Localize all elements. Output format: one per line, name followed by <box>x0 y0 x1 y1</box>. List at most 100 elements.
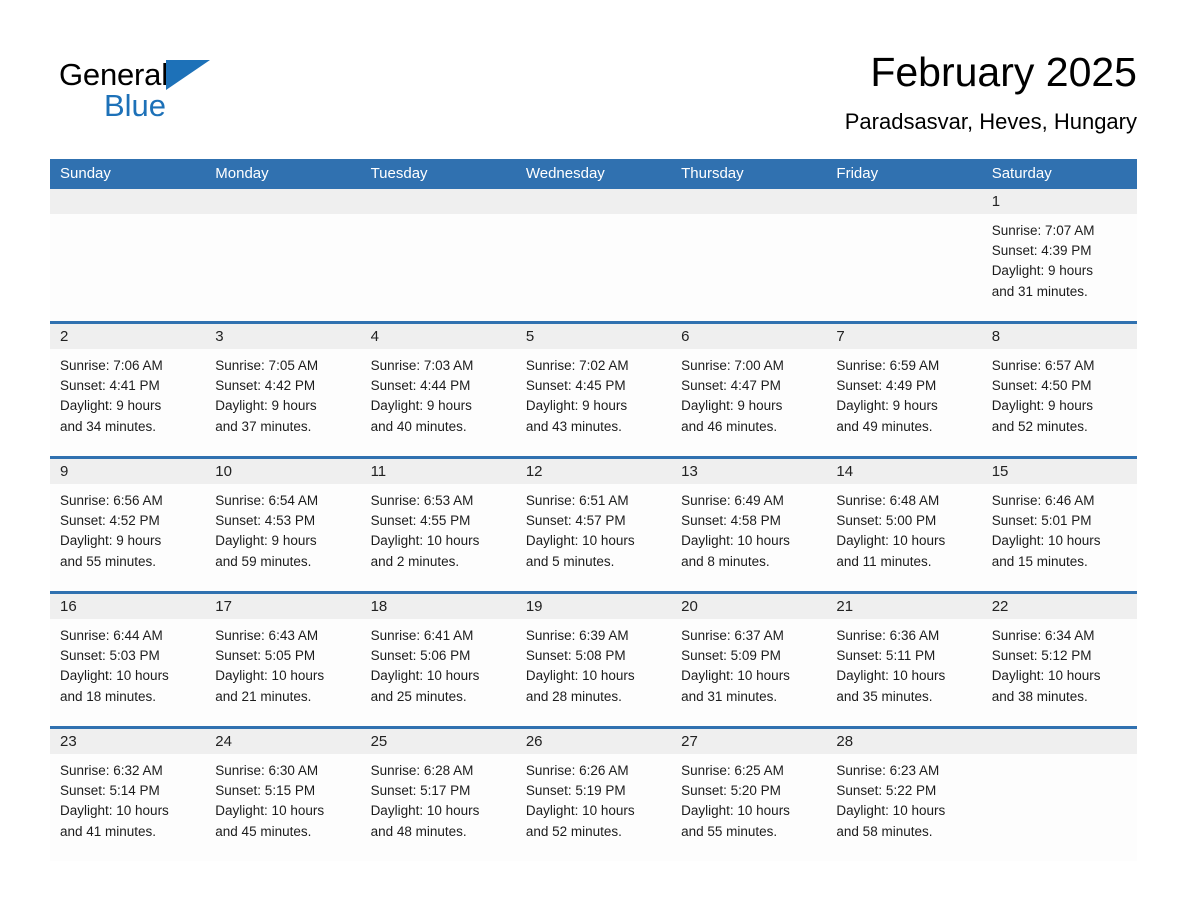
day-number <box>205 189 361 214</box>
daylight-duration-line1: Daylight: 9 hours <box>215 398 317 414</box>
weekday-header-thursday: Thursday <box>671 159 827 189</box>
daylight-duration-line2: and 38 minutes. <box>991 688 1088 704</box>
sunset-time: Sunset: 5:03 PM <box>60 648 160 664</box>
day-number: 2 <box>50 324 206 349</box>
calendar-day-cell[interactable]: 6 Sunrise: 7:00 AM Sunset: 4:47 PM Daylight… <box>671 324 827 456</box>
day-details: Sunrise: 6:28 AM Sunset: 5:17 PM Daylight:… <box>361 754 516 842</box>
calendar-day-cell[interactable]: 18 Sunrise: 6:41 AM Sunset: 5:06 PM Dayligh… <box>360 594 516 726</box>
calendar-day-cell[interactable]: 1 Sunrise: 7:07 AM Sunset: 4:39 PM Daylight… <box>981 189 1137 321</box>
sunset-time: Sunset: 5:22 PM <box>836 783 937 799</box>
sunset-time: Sunset: 5:00 PM <box>836 513 937 529</box>
day-number: 25 <box>360 729 516 754</box>
calendar-day-cell[interactable]: 9 Sunrise: 6:56 AM Sunset: 4:52 PM Daylight… <box>50 459 206 591</box>
calendar-day-cell[interactable]: 17 Sunrise: 6:43 AM Sunset: 5:05 PM Dayligh… <box>205 594 361 726</box>
sunset-time: Sunset: 4:44 PM <box>370 378 471 394</box>
calendar-day-cell[interactable]: 7 Sunrise: 6:59 AM Sunset: 4:49 PM Daylight… <box>826 324 982 456</box>
calendar-day-cell[interactable]: 22 Sunrise: 6:34 AM Sunset: 5:12 PM Dayligh… <box>981 594 1137 726</box>
calendar-day-cell[interactable]: 4 Sunrise: 7:03 AM Sunset: 4:44 PM Daylight… <box>360 324 516 456</box>
sunset-time: Sunset: 5:11 PM <box>836 648 936 664</box>
day-number: 5 <box>515 324 672 349</box>
sunset-time: Sunset: 5:17 PM <box>370 783 471 799</box>
day-details: Sunrise: 6:36 AM Sunset: 5:11 PM Daylight:… <box>826 619 981 707</box>
day-number: 11 <box>360 459 516 484</box>
calendar-week-row: 9 Sunrise: 6:56 AM Sunset: 4:52 PM Daylight… <box>50 459 1137 591</box>
calendar-day-cell[interactable]: 15 Sunrise: 6:46 AM Sunset: 5:01 PM Dayligh… <box>981 459 1137 591</box>
day-details: Sunrise: 6:54 AM Sunset: 4:53 PM Daylight:… <box>205 484 360 572</box>
calendar-day-cell[interactable]: 5 Sunrise: 7:02 AM Sunset: 4:45 PM Daylight… <box>515 324 672 456</box>
calendar-day-cell[interactable]: 2 Sunrise: 7:06 AM Sunset: 4:41 PM Daylight… <box>50 324 206 456</box>
daylight-duration-line2: and 43 minutes. <box>525 418 622 434</box>
daylight-duration-line1: Daylight: 10 hours <box>60 803 169 819</box>
calendar-day-cell-empty <box>981 729 1137 861</box>
daylight-duration-line2: and 21 minutes. <box>215 688 312 704</box>
page-title: February 2025 <box>870 49 1137 95</box>
day-number: 16 <box>50 594 206 619</box>
calendar-day-cell[interactable]: 28 Sunrise: 6:23 AM Sunset: 5:22 PM Dayligh… <box>826 729 982 861</box>
calendar-day-cell-empty <box>360 189 516 321</box>
calendar-day-cell[interactable]: 24 Sunrise: 6:30 AM Sunset: 5:15 PM Dayligh… <box>205 729 361 861</box>
day-number: 28 <box>826 729 982 754</box>
sunrise-time: Sunrise: 6:53 AM <box>370 493 474 508</box>
calendar-page: General Blue February 2025 Paradsasvar, … <box>0 0 1188 918</box>
sunset-time: Sunset: 4:57 PM <box>525 513 626 529</box>
calendar-day-cell[interactable]: 10 Sunrise: 6:54 AM Sunset: 4:53 PM Dayligh… <box>205 459 361 591</box>
calendar-day-cell-empty <box>826 189 982 321</box>
calendar-day-cell[interactable]: 26 Sunrise: 6:26 AM Sunset: 5:19 PM Dayligh… <box>515 729 672 861</box>
day-details: Sunrise: 6:51 AM Sunset: 4:57 PM Daylight:… <box>516 484 671 572</box>
day-number: 21 <box>826 594 982 619</box>
daylight-duration-line1: Daylight: 10 hours <box>836 533 946 549</box>
sunset-time: Sunset: 4:39 PM <box>991 243 1092 259</box>
calendar-day-cell[interactable]: 14 Sunrise: 6:48 AM Sunset: 5:00 PM Dayligh… <box>826 459 982 591</box>
day-details: Sunrise: 6:39 AM Sunset: 5:08 PM Daylight:… <box>516 619 671 707</box>
day-number <box>50 189 206 214</box>
sunset-time: Sunset: 5:12 PM <box>991 648 1092 664</box>
sunrise-time: Sunrise: 6:28 AM <box>370 763 474 778</box>
day-number: 8 <box>981 324 1137 349</box>
sunset-time: Sunset: 5:19 PM <box>525 783 626 799</box>
day-details: Sunrise: 6:23 AM Sunset: 5:22 PM Daylight:… <box>826 754 981 842</box>
daylight-duration-line1: Daylight: 10 hours <box>836 668 946 684</box>
day-number: 14 <box>826 459 982 484</box>
calendar-day-cell[interactable]: 12 Sunrise: 6:51 AM Sunset: 4:57 PM Dayligh… <box>515 459 672 591</box>
daylight-duration-line1: Daylight: 9 hours <box>60 398 162 414</box>
weekday-header-row: Sunday Monday Tuesday Wednesday Thursday… <box>50 159 1137 189</box>
daylight-duration-line1: Daylight: 10 hours <box>525 803 635 819</box>
calendar-day-cell[interactable]: 19 Sunrise: 6:39 AM Sunset: 5:08 PM Dayligh… <box>515 594 672 726</box>
sunset-time: Sunset: 4:47 PM <box>681 378 781 394</box>
sunset-time: Sunset: 4:52 PM <box>60 513 160 529</box>
day-number: 1 <box>981 189 1137 214</box>
daylight-duration-line1: Daylight: 9 hours <box>681 398 783 414</box>
calendar-day-cell[interactable]: 16 Sunrise: 6:44 AM Sunset: 5:03 PM Dayligh… <box>50 594 206 726</box>
calendar-day-cell-empty <box>205 189 361 321</box>
title-block: February 2025 Paradsasvar, Heves, Hungar… <box>845 48 1137 136</box>
daylight-duration-line1: Daylight: 10 hours <box>991 533 1101 549</box>
sunrise-time: Sunrise: 6:54 AM <box>215 493 319 508</box>
day-number: 19 <box>515 594 672 619</box>
weekday-header-saturday: Saturday <box>981 159 1137 189</box>
calendar-day-cell[interactable]: 20 Sunrise: 6:37 AM Sunset: 5:09 PM Dayligh… <box>671 594 827 726</box>
calendar-day-cell[interactable]: 11 Sunrise: 6:53 AM Sunset: 4:55 PM Dayligh… <box>360 459 516 591</box>
day-details: Sunrise: 7:06 AM Sunset: 4:41 PM Daylight:… <box>50 349 205 437</box>
calendar-week-row: 23 Sunrise: 6:32 AM Sunset: 5:14 PM Dayligh… <box>50 729 1137 861</box>
calendar-week-row: 1 Sunrise: 7:07 AM Sunset: 4:39 PM Daylight… <box>50 189 1137 321</box>
daylight-duration-line1: Daylight: 9 hours <box>836 398 938 414</box>
calendar-day-cell[interactable]: 27 Sunrise: 6:25 AM Sunset: 5:20 PM Dayligh… <box>671 729 827 861</box>
calendar-day-cell[interactable]: 8 Sunrise: 6:57 AM Sunset: 4:50 PM Daylight… <box>981 324 1137 456</box>
logo-top-row: General <box>59 57 210 91</box>
sunset-time: Sunset: 4:49 PM <box>836 378 937 394</box>
daylight-duration-line1: Daylight: 10 hours <box>60 668 169 684</box>
day-number: 7 <box>826 324 982 349</box>
day-details: Sunrise: 6:37 AM Sunset: 5:09 PM Daylight:… <box>671 619 826 707</box>
calendar-day-cell[interactable]: 23 Sunrise: 6:32 AM Sunset: 5:14 PM Dayligh… <box>50 729 206 861</box>
sunset-time: Sunset: 5:08 PM <box>525 648 626 664</box>
day-number: 13 <box>671 459 827 484</box>
day-number <box>515 189 672 214</box>
daylight-duration-line1: Daylight: 10 hours <box>681 533 790 549</box>
calendar-day-cell[interactable]: 3 Sunrise: 7:05 AM Sunset: 4:42 PM Daylight… <box>205 324 361 456</box>
calendar-day-cell[interactable]: 21 Sunrise: 6:36 AM Sunset: 5:11 PM Dayligh… <box>826 594 982 726</box>
sunrise-time: Sunrise: 6:44 AM <box>60 628 163 643</box>
calendar-day-cell[interactable]: 13 Sunrise: 6:49 AM Sunset: 4:58 PM Dayligh… <box>671 459 827 591</box>
calendar-day-cell[interactable]: 25 Sunrise: 6:28 AM Sunset: 5:17 PM Dayligh… <box>360 729 516 861</box>
day-details: Sunrise: 6:43 AM Sunset: 5:05 PM Daylight:… <box>205 619 360 707</box>
daylight-duration-line2: and 58 minutes. <box>836 823 933 839</box>
